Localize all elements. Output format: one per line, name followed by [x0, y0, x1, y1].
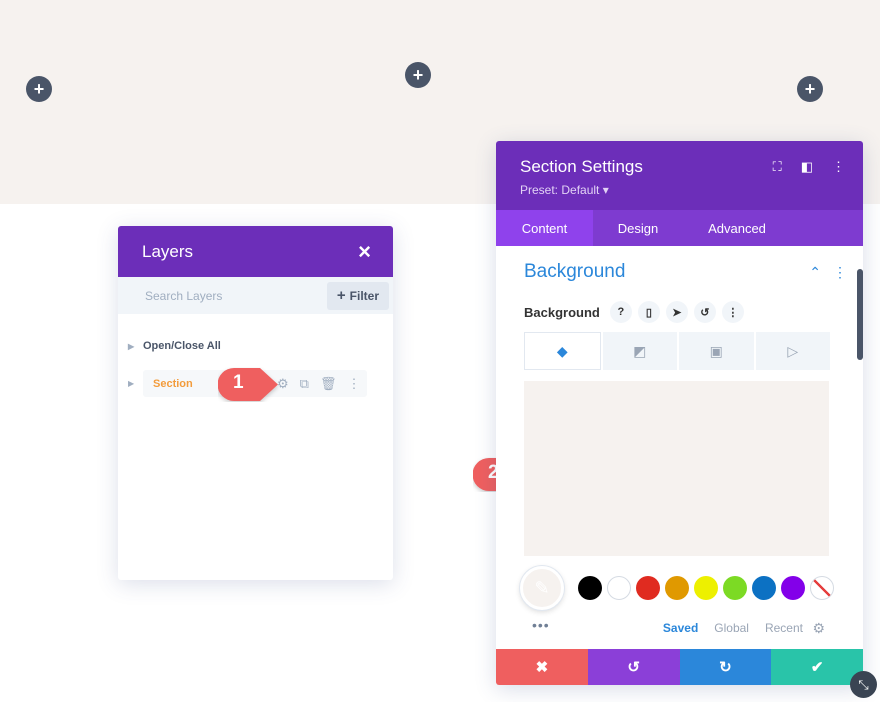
save-button[interactable]: ✔ — [771, 649, 863, 685]
gear-icon[interactable]: ⚙ — [812, 620, 825, 637]
palette-tabs: Saved Global Recent — [663, 621, 803, 635]
section-settings-panel: Section Settings Preset: Default ▾ ⛶ ◧ ⋮… — [496, 141, 863, 685]
scrollbar[interactable] — [857, 269, 863, 360]
open-close-label: Open/Close All — [143, 340, 221, 352]
layers-panel: Layers × Search Layers + Filter ▶ Open/C… — [118, 226, 393, 580]
filter-button[interactable]: + Filter — [326, 281, 389, 310]
background-label: Background — [524, 304, 600, 320]
gradient-icon[interactable]: ◩ — [602, 332, 677, 370]
eyedropper-icon[interactable]: ✎ — [520, 566, 564, 610]
more-horizontal-icon[interactable]: ••• — [532, 617, 550, 633]
open-close-all[interactable]: ▶ Open/Close All — [128, 340, 221, 352]
trash-icon[interactable]: 🗑 — [320, 376, 337, 392]
duplicate-icon[interactable]: ⧉ — [300, 376, 309, 392]
more-vertical-icon[interactable]: ⋮ — [347, 376, 360, 392]
resize-icon[interactable]: ⤡ — [850, 671, 877, 698]
color-fill-icon[interactable]: ◆ — [524, 332, 601, 370]
swatch-yellow[interactable] — [694, 576, 718, 600]
swatch-blue[interactable] — [752, 576, 776, 600]
background-type-tabs: ◆ ◩ ▣ ▷ — [524, 332, 830, 370]
callout-marker-1: 1 — [217, 367, 278, 401]
hover-cursor-icon[interactable]: ➤ — [665, 301, 688, 323]
swatch-none[interactable] — [810, 576, 834, 600]
builder-canvas: + + + Layers × Search Layers + Filter ▶ … — [0, 0, 880, 702]
color-picker-row: ✎ — [520, 566, 839, 610]
swatch-black[interactable] — [578, 576, 602, 600]
settings-tabs: Content Design Advanced — [496, 210, 863, 246]
search-layers-input[interactable]: Search Layers — [145, 289, 222, 303]
header-actions: ⛶ ◧ ⋮ — [773, 159, 845, 175]
layer-actions: ⚙ ⧉ 🗑 ⋮ — [277, 370, 360, 397]
add-row-button-left[interactable]: + — [26, 76, 52, 102]
swatch-red[interactable] — [636, 576, 660, 600]
callout-pointer-icon — [217, 368, 278, 401]
more-vertical-icon[interactable]: ⋮ — [832, 159, 845, 175]
mobile-icon[interactable]: ▯ — [637, 301, 660, 323]
plus-icon: + — [336, 287, 346, 304]
settings-title: Section Settings — [520, 157, 643, 176]
toggle-controls: ⌃ ⋮ — [809, 264, 847, 281]
caret-right-icon: ▶ — [128, 341, 135, 351]
reset-icon[interactable]: ↺ — [693, 301, 716, 323]
tab-advanced[interactable]: Advanced — [683, 210, 791, 246]
fullscreen-icon[interactable]: ⛶ — [773, 159, 782, 175]
image-icon[interactable]: ▣ — [679, 332, 754, 370]
background-option-row: Background ? ▯ ➤ ↺ ⋮ — [524, 301, 744, 323]
layers-title: Layers — [142, 241, 194, 261]
palette-tab-global[interactable]: Global — [714, 621, 749, 635]
palette-tab-saved[interactable]: Saved — [663, 621, 698, 635]
split-view-icon[interactable]: ◧ — [801, 159, 813, 175]
video-icon[interactable]: ▷ — [755, 332, 830, 370]
marker-number: 1 — [233, 372, 244, 393]
palette-tab-recent[interactable]: Recent — [765, 621, 803, 635]
background-toggle-title[interactable]: Background — [524, 261, 625, 283]
redo-button[interactable]: ↻ — [679, 649, 772, 685]
swatch-purple[interactable] — [781, 576, 805, 600]
more-vertical-icon[interactable]: ⋮ — [721, 301, 744, 323]
add-row-button-right[interactable]: + — [797, 76, 823, 102]
more-vertical-icon[interactable]: ⋮ — [833, 264, 847, 281]
swatch-orange[interactable] — [665, 576, 689, 600]
tab-content[interactable]: Content — [496, 210, 593, 246]
layers-search-bar: Search Layers + Filter — [118, 277, 393, 314]
undo-button[interactable]: ↺ — [587, 649, 680, 685]
section-layer-label: Section — [153, 377, 193, 390]
layers-header: Layers × — [118, 226, 393, 277]
chevron-up-icon[interactable]: ⌃ — [809, 264, 821, 281]
help-icon[interactable]: ? — [609, 301, 632, 323]
cancel-button[interactable]: ✖ — [496, 649, 588, 685]
settings-body: Background ⌃ ⋮ Background ? ▯ ➤ ↺ ⋮ ◆ ◩ … — [496, 246, 863, 649]
close-icon[interactable]: × — [358, 240, 371, 263]
add-row-button-center[interactable]: + — [405, 62, 431, 88]
swatch-green[interactable] — [723, 576, 747, 600]
color-preview — [524, 381, 829, 556]
filter-label: Filter — [349, 288, 379, 303]
settings-header: Section Settings Preset: Default ▾ ⛶ ◧ ⋮ — [496, 141, 863, 210]
swatch-white[interactable] — [607, 576, 631, 600]
preset-dropdown[interactable]: Preset: Default ▾ — [520, 183, 609, 197]
caret-right-icon[interactable]: ▶ — [128, 379, 143, 388]
tab-design[interactable]: Design — [593, 210, 683, 246]
settings-footer: ✖ ↺ ↻ ✔ — [496, 649, 863, 685]
